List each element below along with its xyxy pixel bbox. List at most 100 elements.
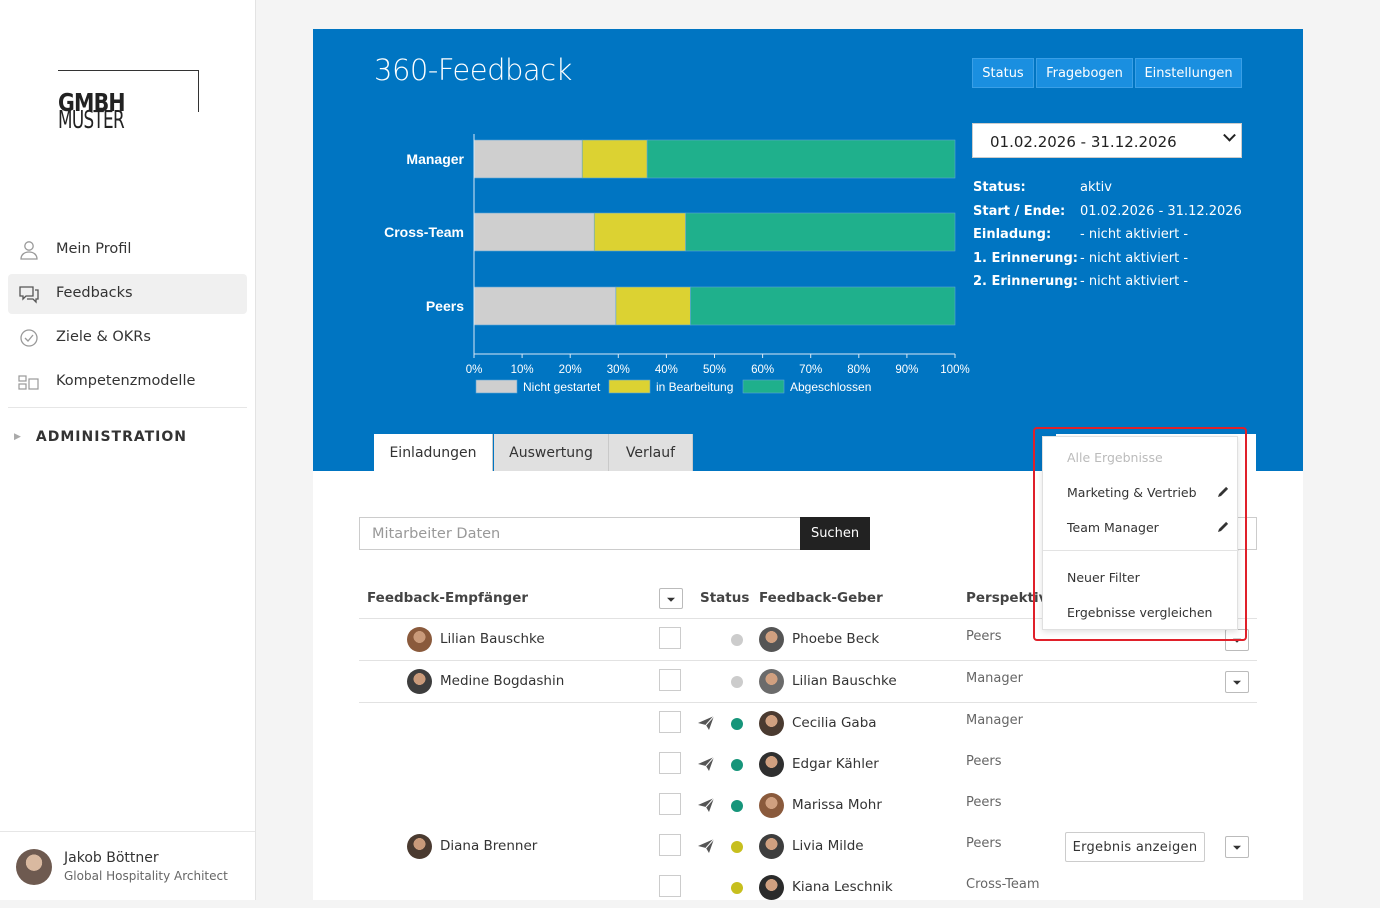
status-chart: Manager Cross-Team Peers 0% 10% 20% 30% 40% 50% 6… <box>384 134 970 394</box>
row-checkbox[interactable] <box>659 711 681 733</box>
legend-swatch <box>475 379 518 394</box>
info-key-erinnerung-1: 1. Erinnerung: <box>973 251 1079 266</box>
recipient-name[interactable]: Lilian Bauschke <box>440 631 545 647</box>
perspective-label: Manager <box>966 671 1023 686</box>
avatar <box>16 849 52 885</box>
column-header-giver: Feedback-Geber <box>759 590 883 606</box>
bar-segment <box>473 139 583 179</box>
row-checkbox[interactable] <box>659 793 681 815</box>
bar-segment <box>615 286 691 326</box>
info-value-erinnerung-1: - nicht aktiviert - <box>1080 251 1189 266</box>
legend-label: in Bearbeitung <box>656 380 733 394</box>
status-dot <box>731 759 743 771</box>
tick-label: 0% <box>466 364 483 376</box>
chevron-right-icon: ▶ <box>14 432 22 442</box>
sidebar-section-administration[interactable]: ▶ ADMINISTRATION <box>14 429 187 445</box>
perspective-label: Peers <box>966 754 1002 769</box>
chat-bubbles-icon <box>19 286 39 304</box>
einstellungen-button[interactable]: Einstellungen <box>1135 58 1242 88</box>
tab-verlauf[interactable]: Verlauf <box>609 434 693 471</box>
fragebogen-button[interactable]: Fragebogen <box>1036 58 1133 88</box>
avatar <box>759 752 784 777</box>
status-dot <box>731 882 743 894</box>
user-box[interactable]: Jakob Böttner Global Hospitality Archite… <box>0 831 255 900</box>
bar-segment <box>581 139 648 179</box>
row-action-dropdown[interactable] <box>1225 671 1249 693</box>
perspective-label: Peers <box>966 629 1002 644</box>
row-checkbox[interactable] <box>659 669 681 691</box>
paper-plane-icon[interactable] <box>697 715 715 731</box>
avatar <box>759 793 784 818</box>
column-header-recipient: Feedback-Empfänger <box>367 590 529 606</box>
giver-name[interactable]: Livia Milde <box>792 838 864 854</box>
tick-label: 30% <box>607 364 630 376</box>
sidebar-item-label: Feedbacks <box>56 285 133 301</box>
recipient-name[interactable]: Diana Brenner <box>440 838 537 854</box>
show-result-button[interactable]: Ergebnis anzeigen <box>1065 832 1205 862</box>
tab-auswertung[interactable]: Auswertung <box>494 434 609 471</box>
bar-segment <box>593 212 686 252</box>
avatar <box>407 834 432 859</box>
bulk-action-dropdown[interactable] <box>659 588 683 609</box>
company-logo[interactable]: MUSTER GMBH <box>58 70 199 134</box>
legend-label: Nicht gestartet <box>523 380 601 394</box>
table-row: Diana Brenner Livia Milde Peers Ergebnis an… <box>313 826 1303 867</box>
sidebar: MUSTER GMBH Mein Profil Feedbacks Ziele &… <box>0 0 256 900</box>
table-row: Marissa Mohr Peers <box>313 785 1303 826</box>
perspective-label: Cross-Team <box>966 877 1040 892</box>
avatar <box>759 627 784 652</box>
tick-label: 90% <box>895 364 918 376</box>
row-action-dropdown[interactable] <box>1225 836 1249 858</box>
bar-segment <box>473 286 617 326</box>
tick-label: 20% <box>559 364 582 376</box>
sidebar-item-feedbacks[interactable]: Feedbacks <box>8 274 247 314</box>
status-dot <box>731 718 743 730</box>
tab-einladungen[interactable]: Einladungen <box>374 434 493 471</box>
tick-label: 60% <box>751 364 774 376</box>
avatar <box>407 627 432 652</box>
giver-name[interactable]: Edgar Kähler <box>792 756 879 772</box>
row-checkbox[interactable] <box>659 834 681 856</box>
bar-segment <box>646 139 956 179</box>
giver-name[interactable]: Kiana Leschnik <box>792 879 893 895</box>
row-checkbox[interactable] <box>659 752 681 774</box>
sidebar-item-ziele-okrs[interactable]: Ziele & OKRs <box>8 318 247 358</box>
giver-name[interactable]: Cecilia Gaba <box>792 715 877 731</box>
status-dot <box>731 634 743 646</box>
search-button[interactable]: Suchen <box>800 517 870 550</box>
user-name: Jakob Böttner <box>64 850 159 866</box>
table-row: Medine Bogdashin Lilian Bauschke Manager <box>313 661 1303 702</box>
category-label: Peers <box>426 298 464 314</box>
tick-label: 100% <box>940 364 969 376</box>
legend-swatch <box>608 379 651 394</box>
sidebar-item-mein-profil[interactable]: Mein Profil <box>8 230 247 270</box>
giver-name[interactable]: Phoebe Beck <box>792 631 879 647</box>
sidebar-item-kompetenzmodelle[interactable]: Kompetenzmodelle <box>8 362 247 402</box>
status-dot <box>731 841 743 853</box>
paper-plane-icon[interactable] <box>697 756 715 772</box>
avatar <box>407 669 432 694</box>
period-select[interactable]: 01.02.2026 - 31.12.2026 <box>972 123 1242 158</box>
avatar <box>759 669 784 694</box>
row-checkbox[interactable] <box>659 875 681 897</box>
info-key-einladung: Einladung: <box>973 227 1052 242</box>
perspective-label: Peers <box>966 836 1002 851</box>
column-header-status: Status <box>700 590 750 606</box>
status-button[interactable]: Status <box>972 58 1034 88</box>
row-checkbox[interactable] <box>659 627 681 649</box>
info-value-status: aktiv <box>1080 180 1112 195</box>
perspective-label: Peers <box>966 795 1002 810</box>
giver-name[interactable]: Lilian Bauschke <box>792 673 897 689</box>
paper-plane-icon[interactable] <box>697 797 715 813</box>
giver-name[interactable]: Marissa Mohr <box>792 797 882 813</box>
recipient-name[interactable]: Medine Bogdashin <box>440 673 564 689</box>
bar-segment <box>685 212 956 252</box>
page-title: 360-Feedback <box>374 53 572 87</box>
sidebar-item-label: Mein Profil <box>56 241 132 257</box>
tick-label: 40% <box>655 364 678 376</box>
admin-label: ADMINISTRATION <box>35 429 187 445</box>
search-input[interactable]: Mitarbeiter Daten <box>359 517 801 550</box>
paper-plane-icon[interactable] <box>697 838 715 854</box>
divider <box>8 407 247 408</box>
caret-down-icon <box>667 597 675 602</box>
